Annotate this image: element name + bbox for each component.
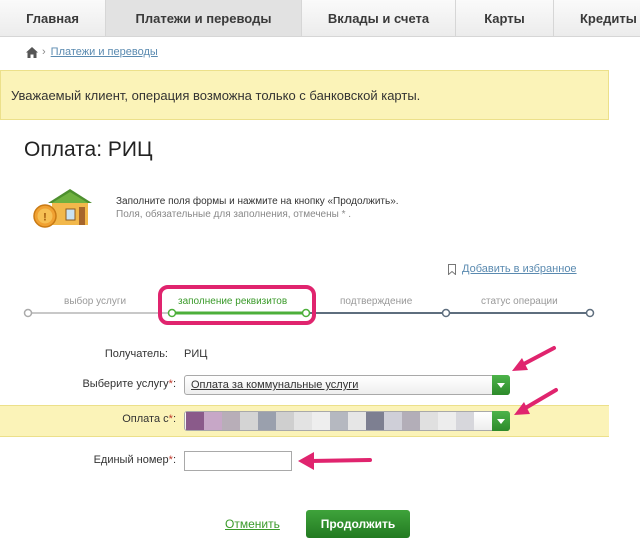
service-select-value: Оплата за коммунальные услуги [191,379,359,391]
single-number-input[interactable] [184,451,292,471]
number-label-text: Единый номер [93,454,169,466]
continue-button[interactable]: Продолжить [306,510,410,538]
payfrom-label-text: Оплата с [122,413,169,425]
top-nav: Главная Платежи и переводы Вклады и счет… [0,0,640,37]
nav-tab-home[interactable]: Главная [0,0,106,36]
svg-text:!: ! [43,212,47,224]
nav-tab-payments[interactable]: Платежи и переводы [106,0,302,36]
active-step-highlight [158,285,316,325]
page-title: Оплата: РИЦ [24,138,153,161]
service-select[interactable]: Оплата за коммунальные услуги [184,375,510,395]
annotation-arrow-icon [298,452,372,470]
step-operation-status: статус операции [481,296,558,307]
service-label-text: Выберите услугу [82,378,169,390]
nav-tab-cards[interactable]: Карты [456,0,554,36]
required-note: Поля, обязательные для заполнения, отмеч… [116,209,352,220]
breadcrumb-link-payments[interactable]: Платежи и переводы [51,46,158,58]
cancel-link[interactable]: Отменить [225,517,280,531]
payfrom-label: Оплата с*: [80,413,176,425]
notice-text: Уважаемый клиент, операция возможна толь… [11,87,421,103]
step-select-service: выбор услуги [64,296,127,307]
add-to-favorites[interactable]: Добавить в избранное [448,263,577,275]
house-ruble-icon: ! [33,189,92,228]
nav-tab-credits[interactable]: Кредиты [554,0,640,36]
form-instructions: Заполните поля формы и нажмите на кнопку… [116,195,399,221]
nav-tab-deposits[interactable]: Вклады и счета [302,0,456,36]
label-colon: : [172,413,176,425]
notice-banner: Уважаемый клиент, операция возможна толь… [0,70,609,120]
step-confirmation: подтверждение [340,296,413,307]
breadcrumb: › Платежи и переводы [26,44,158,60]
recipient-label: Получатель: [104,348,168,360]
service-label: Выберите услугу*: [40,378,176,390]
obscured-card-number [186,412,486,430]
recipient-value: РИЦ [184,348,208,360]
dropdown-arrow-icon[interactable] [492,375,510,395]
bookmark-icon [448,263,456,275]
label-colon: : [172,378,176,390]
label-colon: : [172,454,176,466]
annotation-arrow-icon [514,388,558,415]
chevron-right-icon: › [42,46,46,58]
instruction-line: Заполните поля формы и нажмите на кнопку… [116,196,399,207]
annotation-arrow-icon [512,346,556,371]
home-icon[interactable] [26,46,38,58]
number-label: Единый номер*: [60,454,176,466]
step-dot [585,308,595,318]
step-dot [23,308,33,318]
progress-track [23,308,595,318]
add-to-favorites-link[interactable]: Добавить в избранное [462,263,577,275]
step-dot [441,308,451,318]
dropdown-arrow-icon[interactable] [492,411,510,431]
